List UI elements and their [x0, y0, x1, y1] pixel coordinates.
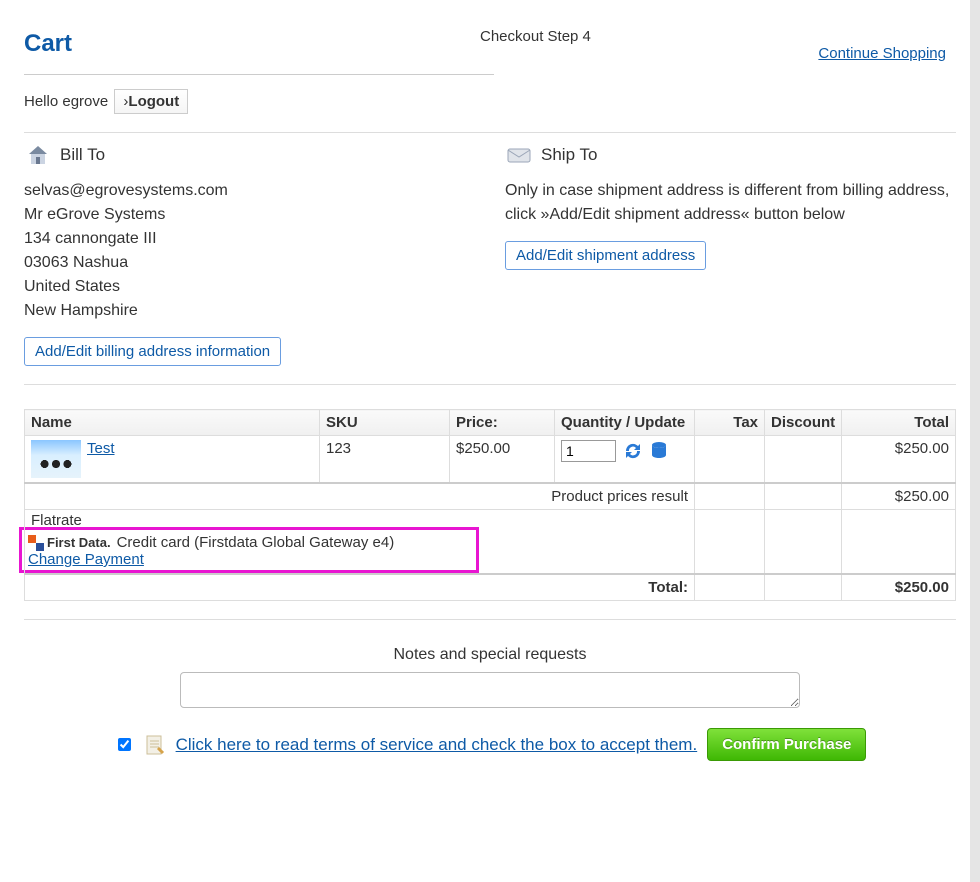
divider — [24, 384, 956, 385]
product-prices-result-label: Product prices result — [25, 483, 695, 510]
delete-icon[interactable] — [650, 441, 668, 461]
edit-shipping-button[interactable]: Add/Edit shipment address — [505, 241, 706, 270]
col-total: Total — [842, 410, 956, 436]
title-underline — [24, 74, 494, 75]
product-prices-result-value: $250.00 — [842, 483, 956, 510]
col-qty: Quantity / Update — [555, 410, 695, 436]
divider — [24, 619, 956, 620]
confirm-purchase-button[interactable]: Confirm Purchase — [707, 728, 866, 761]
ship-to-heading: Ship To — [541, 145, 597, 165]
ship-note: Only in case shipment address is differe… — [505, 179, 956, 227]
bill-state: New Hampshire — [24, 299, 475, 323]
refresh-icon[interactable] — [622, 441, 644, 461]
payment-method-text: Credit card (Firstdata Global Gateway e4… — [117, 534, 395, 551]
col-tax: Tax — [695, 410, 765, 436]
notes-textarea[interactable] — [180, 672, 800, 708]
envelope-icon — [505, 143, 533, 167]
col-discount: Discount — [765, 410, 842, 436]
cell-total: $250.00 — [842, 436, 956, 484]
payment-highlight-box: First Data. Credit card (Firstdata Globa… — [19, 527, 479, 573]
firstdata-brand-text: First Data. — [47, 535, 111, 550]
bill-street: 134 cannongate III — [24, 227, 475, 251]
col-sku: SKU — [320, 410, 450, 436]
notes-label: Notes and special requests — [24, 646, 956, 664]
cell-price: $250.00 — [450, 436, 555, 484]
firstdata-mark-icon — [28, 535, 44, 551]
divider — [24, 132, 956, 133]
col-name: Name — [25, 410, 320, 436]
grand-total-label: Total: — [25, 574, 695, 601]
checkout-step-label: Checkout Step 4 — [480, 28, 591, 45]
hello-text: Hello — [24, 93, 62, 110]
change-payment-link[interactable]: Change Payment — [28, 551, 144, 568]
product-thumbnail[interactable] — [31, 440, 81, 478]
terms-checkbox[interactable] — [118, 738, 131, 751]
edit-billing-button[interactable]: Add/Edit billing address information — [24, 337, 281, 366]
page-title: Cart — [24, 30, 72, 66]
table-row: Test 123 $250.00 — [25, 436, 956, 484]
col-price: Price: — [450, 410, 555, 436]
grand-total-value: $250.00 — [842, 574, 956, 601]
bill-country: United States — [24, 275, 475, 299]
logout-button[interactable]: Logout — [114, 89, 188, 114]
terms-link[interactable]: Click here to read terms of service and … — [176, 735, 698, 755]
bill-city: 03063 Nashua — [24, 251, 475, 275]
cell-discount — [765, 436, 842, 484]
bill-email: selvas@egrovesystems.com — [24, 179, 475, 203]
continue-shopping-link[interactable]: Continue Shopping — [818, 45, 946, 62]
firstdata-logo: First Data. — [28, 535, 111, 551]
bill-to-heading: Bill To — [60, 145, 105, 165]
document-icon — [144, 734, 166, 756]
order-table: Name SKU Price: Quantity / Update Tax Di… — [24, 409, 956, 601]
username-text: egrove — [62, 93, 108, 110]
cell-sku: 123 — [320, 436, 450, 484]
house-icon — [24, 143, 52, 167]
cell-tax — [695, 436, 765, 484]
product-link[interactable]: Test — [87, 440, 115, 457]
quantity-input[interactable] — [561, 440, 616, 462]
bill-name: Mr eGrove Systems — [24, 203, 475, 227]
